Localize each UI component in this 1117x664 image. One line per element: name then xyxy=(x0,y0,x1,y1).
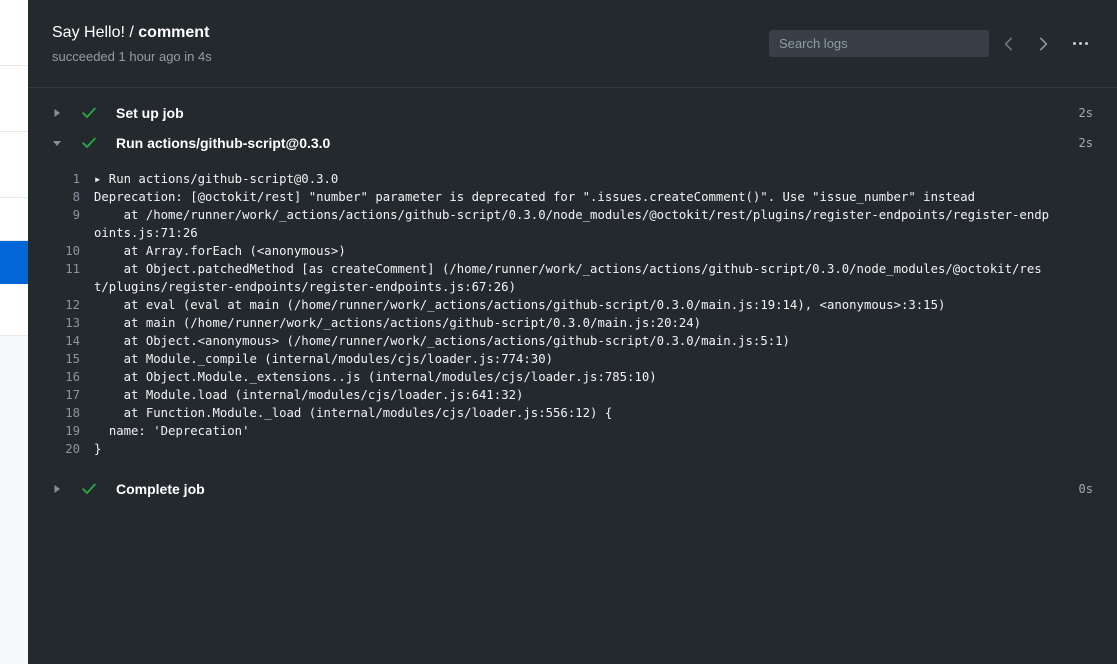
log-line-text: at Object.Module._extensions..js (intern… xyxy=(94,370,657,384)
log-line-number: 15 xyxy=(65,352,80,366)
chevron-right-icon[interactable] xyxy=(52,108,68,118)
log-line: 20} xyxy=(28,440,1117,458)
step-row[interactable]: Set up job 2s xyxy=(28,98,1117,128)
log-line: 15 at Module._compile (internal/modules/… xyxy=(28,350,1117,368)
log-line-text: Deprecation: [@octokit/rest] "number" pa… xyxy=(94,190,975,204)
log-line-text: at Object.patchedMethod [as createCommen… xyxy=(94,262,1042,294)
chevron-down-icon[interactable] xyxy=(52,138,68,148)
kebab-dot xyxy=(1084,42,1088,45)
log-line-number: 19 xyxy=(65,424,80,438)
log-line-text: at Module._compile (internal/modules/cjs… xyxy=(94,352,554,366)
rail-item-4[interactable] xyxy=(0,198,28,241)
log-line-text: at eval (eval at main (/home/runner/work… xyxy=(94,298,946,312)
log-line-number: 12 xyxy=(65,298,80,312)
step-list: Set up job 2s Run actions/github-script@0.… xyxy=(28,88,1117,504)
log-line-number: 8 xyxy=(72,190,80,204)
log-line: 1 ▸ Run actions/github-script@0.3.0 xyxy=(28,170,1117,188)
header-titles: Say Hello! / comment succeeded 1 hour ag… xyxy=(52,23,212,65)
log-line-number: 17 xyxy=(65,388,80,402)
log-line: 12 at eval (eval at main (/home/runner/w… xyxy=(28,296,1117,314)
breadcrumb-workflow-name[interactable]: Say Hello! xyxy=(52,24,125,41)
log-line-text: at Object.<anonymous> (/home/runner/work… xyxy=(94,334,790,348)
step-duration: 2s xyxy=(1078,136,1093,150)
log-line-number: 16 xyxy=(65,370,80,384)
log-line: 9 at /home/runner/work/_actions/actions/… xyxy=(28,206,1117,242)
log-line-text: at main (/home/runner/work/_actions/acti… xyxy=(94,316,702,330)
breadcrumb-job-name: comment xyxy=(138,23,210,41)
log-line-text: name: 'Deprecation' xyxy=(94,424,250,438)
rail-item-active[interactable] xyxy=(0,241,28,284)
status-check-icon xyxy=(76,107,102,119)
log-line: 16 at Object.Module._extensions..js (int… xyxy=(28,368,1117,386)
status-check-icon xyxy=(76,483,102,495)
breadcrumb-separator: / xyxy=(129,23,134,41)
log-bottom-spacer xyxy=(28,458,1117,474)
kebab-dot xyxy=(1078,42,1082,45)
log-line: 19 name: 'Deprecation' xyxy=(28,422,1117,440)
log-line: 13 at main (/home/runner/work/_actions/a… xyxy=(28,314,1117,332)
log-line: 18 at Function.Module._load (internal/mo… xyxy=(28,404,1117,422)
status-check-icon xyxy=(76,137,102,149)
search-logs-input[interactable] xyxy=(769,30,989,57)
chevron-right-icon[interactable] xyxy=(1029,30,1057,58)
log-line: 11 at Object.patchedMethod [as createCom… xyxy=(28,260,1117,296)
log-line-number: 20 xyxy=(65,442,80,456)
log-line: 14 at Object.<anonymous> (/home/runner/w… xyxy=(28,332,1117,350)
kebab-dot xyxy=(1072,42,1076,45)
step-name[interactable]: Set up job xyxy=(116,105,184,121)
log-line-text: at Function.Module._load (internal/modul… xyxy=(94,406,613,420)
chevron-right-icon[interactable] xyxy=(52,484,68,494)
step-name[interactable]: Run actions/github-script@0.3.0 xyxy=(116,135,330,151)
rail-item-list xyxy=(0,0,28,664)
header-controls xyxy=(769,30,1095,58)
job-status-line: succeeded 1 hour ago in 4s xyxy=(52,48,212,64)
breadcrumb: Say Hello! / comment xyxy=(52,23,212,43)
log-line-text: at /home/runner/work/_actions/actions/gi… xyxy=(94,208,1050,240)
chevron-left-icon[interactable] xyxy=(995,30,1023,58)
log-line-text: } xyxy=(94,442,102,456)
step-duration: 0s xyxy=(1078,482,1093,496)
log-line: 10 at Array.forEach (<anonymous>) xyxy=(28,242,1117,260)
log-header: Say Hello! / comment succeeded 1 hour ag… xyxy=(28,0,1117,88)
log-line-text: at Module.load (internal/modules/cjs/loa… xyxy=(94,388,524,402)
log-line-number: 9 xyxy=(72,208,80,222)
workflow-log-page: Say Hello! / comment succeeded 1 hour ag… xyxy=(0,0,1117,664)
rail-item-6[interactable] xyxy=(0,284,28,336)
log-output: 1 ▸ Run actions/github-script@0.3.0 8 Depre… xyxy=(28,158,1117,474)
step-row[interactable]: Complete job 0s xyxy=(28,474,1117,504)
log-line-number: 11 xyxy=(65,262,80,276)
log-line-text: at Array.forEach (<anonymous>) xyxy=(94,244,346,258)
log-line-number: 1 xyxy=(72,172,80,186)
log-line-number: 13 xyxy=(65,316,80,330)
rail-empty-space xyxy=(0,336,28,664)
log-line-number: 14 xyxy=(65,334,80,348)
log-line: 8 Deprecation: [@octokit/rest] "number" p… xyxy=(28,188,1117,206)
log-line-number: 18 xyxy=(65,406,80,420)
rail-item-1[interactable] xyxy=(0,0,28,66)
log-panel: Say Hello! / comment succeeded 1 hour ag… xyxy=(28,0,1117,664)
step-name[interactable]: Complete job xyxy=(116,481,205,497)
kebab-horizontal-icon[interactable] xyxy=(1065,30,1095,58)
rail-item-3[interactable] xyxy=(0,132,28,198)
step-duration: 2s xyxy=(1078,106,1093,120)
left-sidebar-rail xyxy=(0,0,28,664)
rail-item-2[interactable] xyxy=(0,66,28,132)
log-line-number: 10 xyxy=(65,244,80,258)
step-row[interactable]: Run actions/github-script@0.3.0 2s xyxy=(28,128,1117,158)
log-line-text: ▸ Run actions/github-script@0.3.0 xyxy=(94,172,339,186)
log-line: 17 at Module.load (internal/modules/cjs/… xyxy=(28,386,1117,404)
